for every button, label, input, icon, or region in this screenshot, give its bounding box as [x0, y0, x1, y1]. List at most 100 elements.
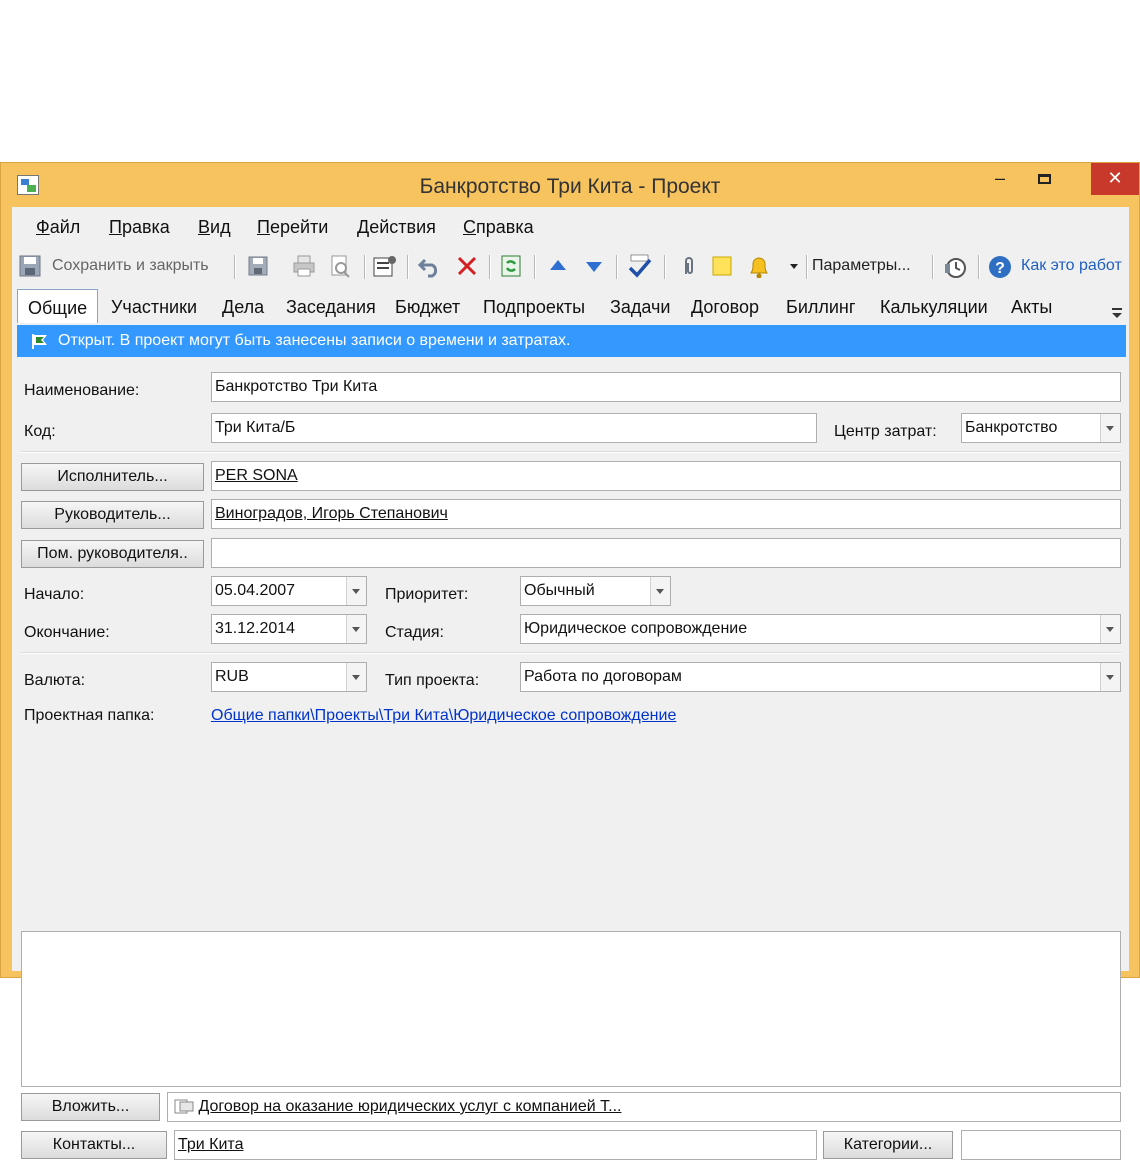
chevron-down-icon[interactable]: [346, 615, 366, 643]
divider: [21, 652, 1121, 654]
attachment-link[interactable]: Договор на оказание юридических услуг с …: [198, 1098, 621, 1115]
menu-view[interactable]: Вид: [198, 217, 231, 238]
spelling-icon[interactable]: [626, 254, 654, 278]
window-title: Банкротство Три Кита - Проект: [419, 175, 721, 198]
tab-general[interactable]: Общие: [17, 289, 99, 323]
menu-actions[interactable]: Действия: [357, 217, 436, 238]
currency-label: Валюта:: [24, 672, 86, 689]
how-it-works-link[interactable]: Как это работ: [1021, 257, 1129, 275]
toolbar-separator: [664, 255, 666, 279]
tab-budget[interactable]: Бюджет: [395, 297, 460, 318]
tab-strip: Общие Участники Дела Заседания Бюджет По…: [17, 289, 1126, 323]
save-close-button[interactable]: Сохранить и закрыть: [52, 257, 209, 275]
properties-icon[interactable]: [372, 254, 398, 278]
project-folder-link[interactable]: Общие папки\Проекты\Три Кита\Юридическое…: [211, 707, 676, 725]
currency-value: RUB: [215, 668, 249, 685]
toolbar-separator: [407, 255, 409, 279]
maximize-icon: [1037, 174, 1051, 184]
print-preview-icon[interactable]: [328, 254, 352, 278]
project-type-value: Работа по договорам: [524, 668, 682, 685]
end-date-picker[interactable]: 31.12.2014: [211, 614, 367, 644]
delete-icon[interactable]: [455, 254, 479, 278]
categories-button[interactable]: Категории...: [823, 1131, 953, 1159]
general-form: Наименование: Банкротство Три Кита Код: …: [17, 357, 1126, 1160]
project-type-combo[interactable]: Работа по договорам: [520, 662, 1121, 692]
maximize-button[interactable]: [1021, 163, 1067, 195]
next-item-icon[interactable]: [582, 254, 606, 278]
executor-field[interactable]: PER SONA: [211, 461, 1121, 491]
chevron-down-icon[interactable]: [650, 577, 670, 605]
priority-combo[interactable]: Обычный: [520, 576, 671, 606]
window-client: Файл Правка Вид Перейти Действия Справка…: [12, 207, 1129, 1160]
chevron-down-icon[interactable]: [1100, 663, 1120, 691]
reminder-dropdown-icon[interactable]: [788, 254, 800, 278]
toolbar-separator: [978, 255, 980, 279]
menu-file[interactable]: Файл: [36, 217, 80, 238]
attachments-field[interactable]: Договор на оказание юридических услуг с …: [167, 1092, 1121, 1122]
stage-value: Юридическое сопровождение: [524, 620, 748, 637]
chevron-down-icon[interactable]: [1100, 615, 1120, 643]
chevron-down-icon[interactable]: [1100, 414, 1120, 442]
tab-acts[interactable]: Акты: [1011, 297, 1052, 318]
tab-cases[interactable]: Дела: [222, 297, 264, 318]
save-close-icon: [19, 255, 41, 277]
assistant-manager-button[interactable]: Пом. руководителя..: [21, 540, 204, 568]
document-icon: [174, 1099, 194, 1114]
parameters-button[interactable]: Параметры...: [812, 257, 911, 275]
tab-tasks[interactable]: Задачи: [610, 297, 670, 318]
tab-scroll-icon[interactable]: [1111, 305, 1123, 321]
assistant-manager-field[interactable]: [211, 538, 1121, 568]
manager-link[interactable]: Виноградов, Игорь Степанович: [215, 505, 448, 522]
name-field[interactable]: Банкротство Три Кита: [211, 372, 1121, 402]
print-icon[interactable]: [292, 254, 316, 278]
help-icon[interactable]: ?: [987, 254, 1013, 278]
contacts-link[interactable]: Три Кита: [178, 1136, 243, 1153]
contacts-button[interactable]: Контакты...: [21, 1131, 167, 1159]
previous-item-icon[interactable]: [546, 254, 570, 278]
currency-combo[interactable]: RUB: [211, 662, 367, 692]
refresh-icon[interactable]: [499, 254, 523, 278]
undo-icon[interactable]: [417, 254, 443, 278]
reminder-bell-icon[interactable]: [746, 254, 772, 278]
menu-edit[interactable]: Правка: [109, 217, 170, 238]
code-field[interactable]: Три Кита/Б: [211, 413, 817, 443]
priority-value: Обычный: [524, 582, 595, 599]
toolbar-separator: [364, 255, 366, 279]
manager-field[interactable]: Виноградов, Игорь Степанович: [211, 499, 1121, 529]
toolbar-separator: [932, 255, 934, 279]
attachment-icon[interactable]: [678, 254, 700, 278]
project-type-label: Тип проекта:: [385, 672, 480, 689]
start-date-picker[interactable]: 05.04.2007: [211, 576, 367, 606]
contacts-field[interactable]: Три Кита: [174, 1130, 817, 1160]
note-icon[interactable]: [710, 254, 734, 278]
tab-contract[interactable]: Договор: [691, 297, 759, 318]
chevron-down-icon[interactable]: [346, 577, 366, 605]
executor-button[interactable]: Исполнитель...: [21, 463, 204, 491]
minimize-button[interactable]: –: [977, 163, 1023, 195]
attach-button[interactable]: Вложить...: [21, 1093, 160, 1121]
tab-billing[interactable]: Биллинг: [786, 297, 855, 318]
close-button[interactable]: ✕: [1091, 163, 1139, 195]
tab-subprojects[interactable]: Подпроекты: [483, 297, 585, 318]
menu-go[interactable]: Перейти: [257, 217, 328, 238]
categories-field[interactable]: [961, 1130, 1121, 1160]
menu-help[interactable]: Справка: [463, 217, 534, 238]
tab-hearings[interactable]: Заседания: [286, 297, 376, 318]
title-bar[interactable]: Банкротство Три Кита - Проект – ✕: [1, 163, 1139, 207]
divider: [21, 451, 1121, 453]
project-window: Банкротство Три Кита - Проект – ✕ Файл П…: [0, 162, 1140, 1160]
flag-icon: [32, 334, 47, 349]
executor-link[interactable]: PER SONA: [215, 467, 298, 484]
toolbar-separator: [234, 255, 236, 279]
chevron-down-icon[interactable]: [346, 663, 366, 691]
stage-combo[interactable]: Юридическое сопровождение: [520, 614, 1121, 644]
timer-icon[interactable]: [942, 254, 968, 278]
manager-button[interactable]: Руководитель...: [21, 501, 204, 529]
save-icon[interactable]: [246, 254, 270, 278]
menu-bar: Файл Правка Вид Перейти Действия Справка: [12, 207, 1129, 241]
notes-area[interactable]: [21, 931, 1121, 1087]
tab-calculations[interactable]: Калькуляции: [880, 297, 988, 318]
tab-participants[interactable]: Участники: [111, 297, 197, 318]
toolbar-separator: [534, 255, 536, 279]
cost-center-combo[interactable]: Банкротство: [961, 413, 1121, 443]
